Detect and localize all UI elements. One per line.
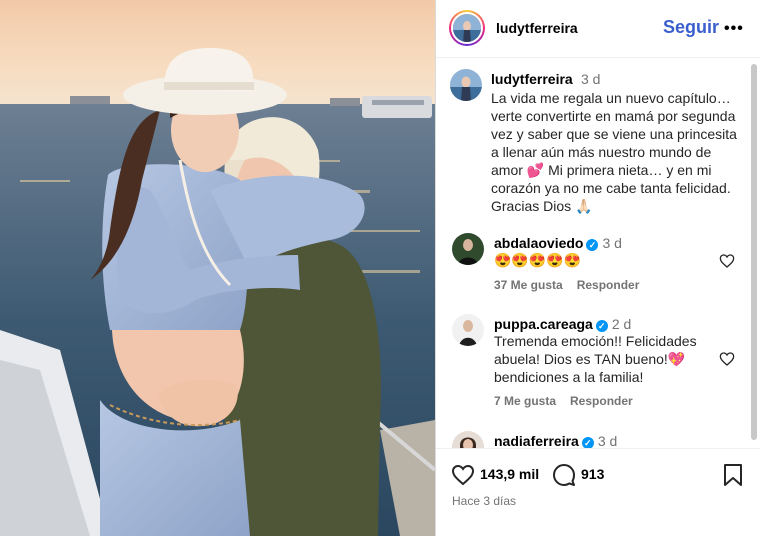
more-options-icon[interactable]: •••: [724, 20, 744, 38]
follow-button[interactable]: Seguir: [663, 17, 719, 38]
comment-likes-count[interactable]: 37 Me gusta: [494, 278, 563, 292]
comments-panel: ludytferreira Seguir ••• ludytferreira 3…: [435, 0, 760, 536]
caption-time[interactable]: 3 d: [581, 71, 600, 87]
post-timestamp[interactable]: Hace 3 días: [452, 494, 516, 508]
bookmark-icon[interactable]: [722, 463, 744, 487]
post-header: ludytferreira Seguir •••: [436, 0, 760, 58]
comment-time[interactable]: 3 d: [602, 235, 621, 251]
comment-like-heart-icon[interactable]: [719, 253, 735, 269]
comment-actions: 37 Me gusta Responder: [494, 278, 653, 292]
post-actions-bar: 143,9 mil 913 Hace 3 días: [436, 448, 760, 536]
comment-header: abdalaoviedo ✓ 3 d: [494, 235, 622, 251]
caption-avatar-image: [450, 69, 482, 101]
comment-username[interactable]: abdalaoviedo: [494, 235, 583, 251]
reply-button[interactable]: Responder: [570, 394, 633, 408]
comment-text: Tremenda emoción!! Felicidades abuela! D…: [494, 333, 697, 385]
author-avatar-image: [453, 14, 481, 42]
comments-count[interactable]: 913: [581, 466, 604, 482]
likes-count[interactable]: 143,9 mil: [480, 466, 539, 482]
verified-badge-icon: ✓: [595, 320, 608, 332]
reply-button[interactable]: Responder: [577, 278, 640, 292]
comment-text: 😍😍😍😍😍: [494, 252, 582, 268]
instagram-post: ludytferreira Seguir ••• ludytferreira 3…: [0, 0, 760, 536]
comment-avatar-image: [452, 314, 484, 346]
verified-badge-icon: ✓: [586, 239, 599, 251]
comment-bubble-icon[interactable]: [552, 463, 576, 487]
heart-icon[interactable]: [451, 463, 475, 487]
author-username[interactable]: ludytferreira: [496, 20, 578, 36]
comment-time[interactable]: 3 d: [598, 433, 617, 449]
comment-avatar[interactable]: [452, 314, 484, 346]
comment-username[interactable]: nadiaferreira: [494, 433, 579, 449]
comment-avatar-image: [452, 233, 484, 265]
comment-like-heart-icon[interactable]: [719, 351, 735, 367]
comment-header: puppa.careaga ✓ 2 d: [494, 316, 631, 332]
comment-header: nadiaferreira ✓ 3 d: [494, 433, 617, 449]
comment-avatar[interactable]: [452, 233, 484, 265]
author-avatar[interactable]: [449, 10, 485, 46]
caption-username[interactable]: ludytferreira: [491, 71, 573, 87]
scrollbar[interactable]: [751, 64, 757, 440]
comment-likes-count[interactable]: 7 Me gusta: [494, 394, 556, 408]
caption-author-avatar[interactable]: [450, 69, 482, 101]
comment-time[interactable]: 2 d: [612, 316, 631, 332]
comment-username[interactable]: puppa.careaga: [494, 316, 593, 332]
caption-text: La vida me regala un nuevo capítulo… ver…: [491, 90, 737, 214]
comment-actions: 7 Me gusta Responder: [494, 394, 647, 408]
post-photo[interactable]: [0, 0, 435, 536]
photo-two-women-on-boat: [0, 0, 435, 536]
